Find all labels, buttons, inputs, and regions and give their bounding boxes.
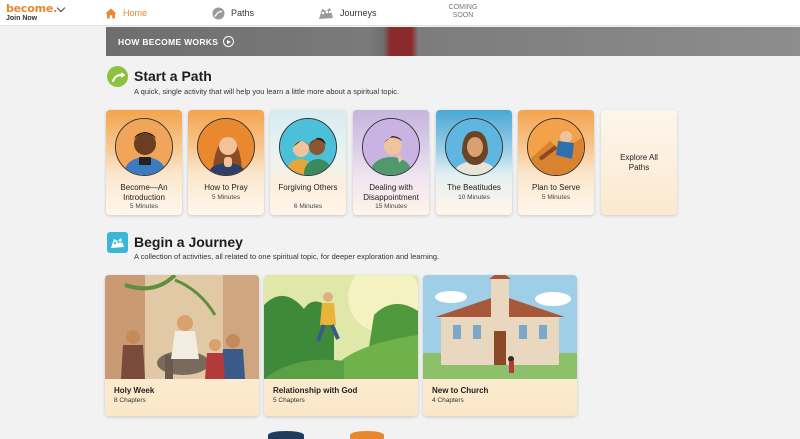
paths-icon (212, 7, 225, 20)
explore-all-paths-card[interactable]: Explore All Paths (601, 110, 677, 215)
how-become-works-label: HOW BECOME WORKS (118, 36, 219, 47)
nav-home-label: Home (123, 8, 148, 18)
journey-section-icon (107, 232, 128, 253)
path-avatar-illustration (527, 118, 585, 176)
next-section-avatar (350, 431, 384, 439)
path-card-duration: 5 Minutes (211, 194, 241, 201)
journey-card-relationship-with-god[interactable]: Relationship with God 5 Chapters (264, 275, 418, 416)
journey-card-chapters: 8 Chapters (114, 397, 146, 404)
journey-card-chapters: 4 Chapters (432, 397, 464, 404)
how-become-works-button[interactable]: HOW BECOME WORKS (118, 36, 235, 47)
nav-journeys-label: Journeys (340, 8, 377, 18)
begin-a-journey-subtitle: A collection of activities, all related … (134, 252, 440, 261)
path-avatar-illustration (115, 118, 173, 176)
path-card-title: Become—An Introduction (120, 183, 168, 202)
path-avatar-illustration (279, 118, 337, 176)
path-card-duration: 10 Minutes (458, 194, 490, 201)
chevron-down-icon[interactable] (56, 3, 66, 13)
path-card-title: The Beatitudes (447, 183, 501, 192)
path-avatar-illustration (445, 118, 503, 176)
path-card-how-to-pray[interactable]: How to Pray 5 Minutes (188, 110, 264, 215)
journey-card-new-to-church[interactable]: New to Church 4 Chapters (423, 275, 577, 416)
path-section-icon (107, 66, 128, 87)
journey-card-holy-week[interactable]: Holy Week 8 Chapters (105, 275, 259, 416)
explore-all-paths-label: Explore All Paths (620, 152, 658, 172)
path-card-title: Dealing with Disappointment (363, 183, 419, 202)
start-a-path-subtitle: A quick, single activity that will help … (134, 87, 400, 96)
path-card-duration: 5 Minutes (541, 194, 571, 201)
path-card-duration: 6 Minutes (293, 203, 323, 210)
journey-card-chapters: 5 Chapters (273, 397, 305, 404)
path-card-forgiving-others[interactable]: Forgiving Others 6 Minutes (270, 110, 346, 215)
path-card-duration: 5 Minutes (129, 203, 159, 210)
top-navigation: become. Join Now Home Paths Journeys COM… (0, 0, 800, 26)
nav-paths[interactable]: Paths (212, 0, 254, 26)
journey-illustration (423, 275, 577, 379)
become-logo[interactable]: become. (6, 2, 57, 15)
nav-paths-label: Paths (231, 8, 255, 18)
path-card-title: Forgiving Others (278, 183, 338, 192)
play-icon (223, 36, 235, 47)
nav-home[interactable]: Home (104, 0, 147, 26)
path-card-the-beatitudes[interactable]: The Beatitudes 10 Minutes (436, 110, 512, 215)
path-card-plan-to-serve[interactable]: Plan to Serve 5 Minutes (518, 110, 594, 215)
how-become-works-banner[interactable]: HOW BECOME WORKS (106, 27, 800, 56)
path-card-dealing-with-disappointment[interactable]: Dealing with Disappointment 15 Minutes (353, 110, 429, 215)
journey-card-title: Holy Week (114, 386, 155, 395)
nav-journeys[interactable]: Journeys (318, 0, 377, 26)
start-a-path-heading: Start a Path (134, 68, 212, 84)
path-avatar-illustration (362, 118, 420, 176)
brand[interactable]: become. Join Now (6, 2, 57, 22)
journey-card-title: Relationship with God (273, 386, 358, 395)
path-card-become-introduction[interactable]: Become—An Introduction 5 Minutes (106, 110, 182, 215)
path-card-duration: 15 Minutes (375, 203, 407, 210)
journeys-icon (318, 7, 334, 20)
coming-soon-label: COMING SOON (448, 4, 478, 19)
path-card-title: How to Pray (204, 183, 248, 192)
journey-card-title: New to Church (432, 386, 489, 395)
path-avatar-illustration (197, 118, 255, 176)
next-section-avatar (268, 431, 304, 439)
home-icon (104, 7, 117, 20)
join-now-link[interactable]: Join Now (6, 15, 57, 22)
path-card-title: Plan to Serve (531, 183, 581, 192)
begin-a-journey-heading: Begin a Journey (134, 234, 243, 250)
journey-illustration (105, 275, 259, 379)
journey-illustration (264, 275, 418, 379)
